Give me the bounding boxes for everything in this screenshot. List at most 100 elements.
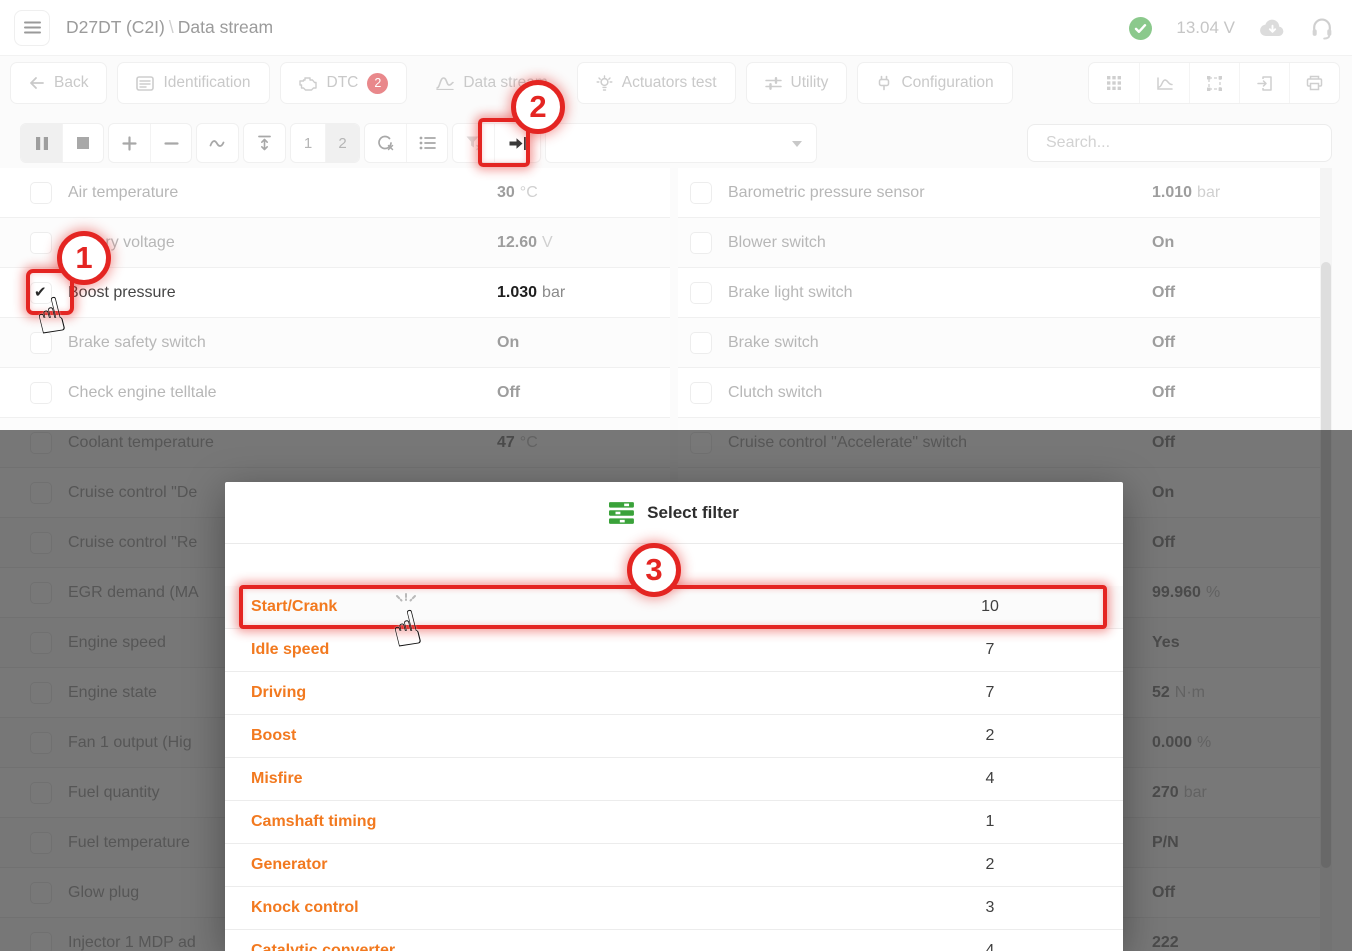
parameter-checkbox[interactable] (690, 382, 712, 404)
parameter-value-number: 1.010 (1152, 184, 1192, 201)
parameter-row[interactable]: Brake switch Off (678, 318, 1332, 368)
parameter-row[interactable]: Clutch switch Off (678, 368, 1332, 418)
chart-view-button[interactable] (1139, 63, 1189, 103)
parameter-value-number: Off (497, 384, 520, 401)
engine-dtc-icon (299, 76, 318, 91)
top-bar-status-area: 13.04 V (1129, 0, 1334, 56)
parameter-checkbox[interactable] (30, 232, 52, 254)
filter-list-item[interactable]: Idle speed 7 (225, 629, 1123, 672)
wave-group (196, 123, 239, 163)
filter-item-count: 2 (970, 727, 1010, 745)
tab-back-label: Back (54, 74, 88, 92)
filter-item-label: Boost (251, 727, 296, 745)
parameter-value-unit: bar (1197, 184, 1220, 201)
tab-actuators-test[interactable]: Actuators test (577, 62, 736, 104)
bullet-list-icon (419, 136, 436, 150)
select-filter-modal-header: Select filter (225, 482, 1123, 544)
filter-list-item[interactable]: Knock control 3 (225, 887, 1123, 930)
wave-mode-button[interactable] (197, 124, 238, 162)
data-stream-toolbar: 1 2 (20, 123, 817, 163)
parameter-row[interactable]: Check engine telltale Off (0, 368, 670, 418)
parameter-checkbox[interactable] (690, 232, 712, 254)
parameter-label: Clutch switch (728, 384, 822, 402)
parameter-value: Off (1152, 284, 1180, 302)
filter-list-item[interactable]: Catalytic converter 4 (225, 930, 1123, 951)
list-view-button[interactable] (406, 124, 447, 162)
battery-voltage-readout: 13.04 V (1176, 18, 1235, 38)
step-3-marker: 3 (627, 543, 681, 597)
parameter-checkbox[interactable] (690, 182, 712, 204)
fit-height-button[interactable] (244, 124, 285, 162)
parameter-row[interactable]: Blower switch On (678, 218, 1332, 268)
filter-item-label: Generator (251, 856, 327, 874)
list-group (364, 123, 448, 163)
headset-support-icon[interactable] (1310, 16, 1334, 40)
utility-sliders-icon (765, 76, 782, 91)
breadcrumb-separator: \ (165, 17, 178, 37)
pause-icon (35, 136, 49, 151)
parameter-value: 12.60V (497, 234, 553, 252)
filter-select-dropdown[interactable] (545, 123, 817, 163)
page-2-button[interactable]: 2 (325, 124, 359, 162)
print-button[interactable] (1289, 63, 1339, 103)
parameter-value-unit: V (542, 234, 553, 251)
filter-item-count: 4 (970, 770, 1010, 788)
tab-actuators-test-label: Actuators test (622, 74, 717, 92)
configuration-icon (876, 75, 892, 91)
filter-item-count: 3 (970, 899, 1010, 917)
parameter-row[interactable]: Barometric pressure sensor 1.010bar (678, 168, 1332, 218)
filter-list-item[interactable]: Driving 7 (225, 672, 1123, 715)
filter-list-item[interactable]: Misfire 4 (225, 758, 1123, 801)
parameter-checkbox[interactable] (690, 282, 712, 304)
grid-icon (1106, 75, 1122, 91)
tab-configuration[interactable]: Configuration (857, 62, 1012, 104)
parameter-checkbox[interactable] (30, 382, 52, 404)
fit-group (243, 123, 286, 163)
pause-button[interactable] (21, 124, 62, 162)
tab-dtc[interactable]: DTC 2 (280, 62, 408, 104)
tab-utility[interactable]: Utility (746, 62, 848, 104)
filter-list-item[interactable]: Boost 2 (225, 715, 1123, 758)
filter-list-item[interactable]: Generator 2 (225, 844, 1123, 887)
parameter-checkbox[interactable] (690, 332, 712, 354)
view-actions-group (1088, 62, 1340, 104)
hamburger-menu-button[interactable] (14, 10, 50, 46)
parameter-value: 1.010 bar (1152, 184, 1220, 202)
filter-item-label: Misfire (251, 770, 303, 788)
export-button[interactable] (1239, 63, 1289, 103)
tab-configuration-label: Configuration (901, 74, 993, 92)
search-input[interactable] (1027, 124, 1332, 162)
parameter-label: Air temperature (68, 184, 178, 202)
frame-capture-button[interactable] (1189, 63, 1239, 103)
minus-button[interactable] (150, 124, 191, 162)
tab-identification[interactable]: Identification (117, 62, 269, 104)
playback-group (20, 123, 104, 163)
grid-view-button[interactable] (1089, 63, 1139, 103)
parameter-value-number: On (497, 334, 519, 351)
connection-ok-icon (1129, 17, 1152, 40)
plus-button[interactable] (109, 124, 150, 162)
tab-identification-label: Identification (163, 74, 250, 92)
parameter-value: On (1152, 234, 1179, 252)
tab-dtc-label: DTC (327, 74, 359, 92)
minus-icon (164, 141, 179, 146)
tab-back[interactable]: Back (10, 62, 107, 104)
reset-values-button[interactable] (365, 124, 406, 162)
filter-item-label: Driving (251, 684, 306, 702)
page-1-button[interactable]: 1 (291, 124, 325, 162)
filter-item-count: 1 (970, 813, 1010, 831)
filter-list: Start/Crank 10 Idle speed 7 Driving 7 Bo… (225, 586, 1123, 951)
step-2-marker: 2 (511, 80, 565, 134)
step-1-number: 1 (75, 240, 92, 276)
cloud-download-icon[interactable] (1259, 18, 1286, 38)
dtc-count-badge: 2 (367, 73, 388, 94)
filter-list-item[interactable]: Camshaft timing 1 (225, 801, 1123, 844)
filter-item-count: 7 (970, 684, 1010, 702)
parameter-row[interactable]: Brake safety switch On (0, 318, 670, 368)
stop-button[interactable] (62, 124, 103, 162)
parameter-value: On (497, 334, 524, 352)
parameter-row[interactable]: Brake light switch Off (678, 268, 1332, 318)
parameter-row[interactable]: Air temperature 30°C (0, 168, 670, 218)
diagnostic-app-window: D27DT (C2I)\Data stream 13.04 V (0, 0, 1352, 951)
parameter-checkbox[interactable] (30, 182, 52, 204)
